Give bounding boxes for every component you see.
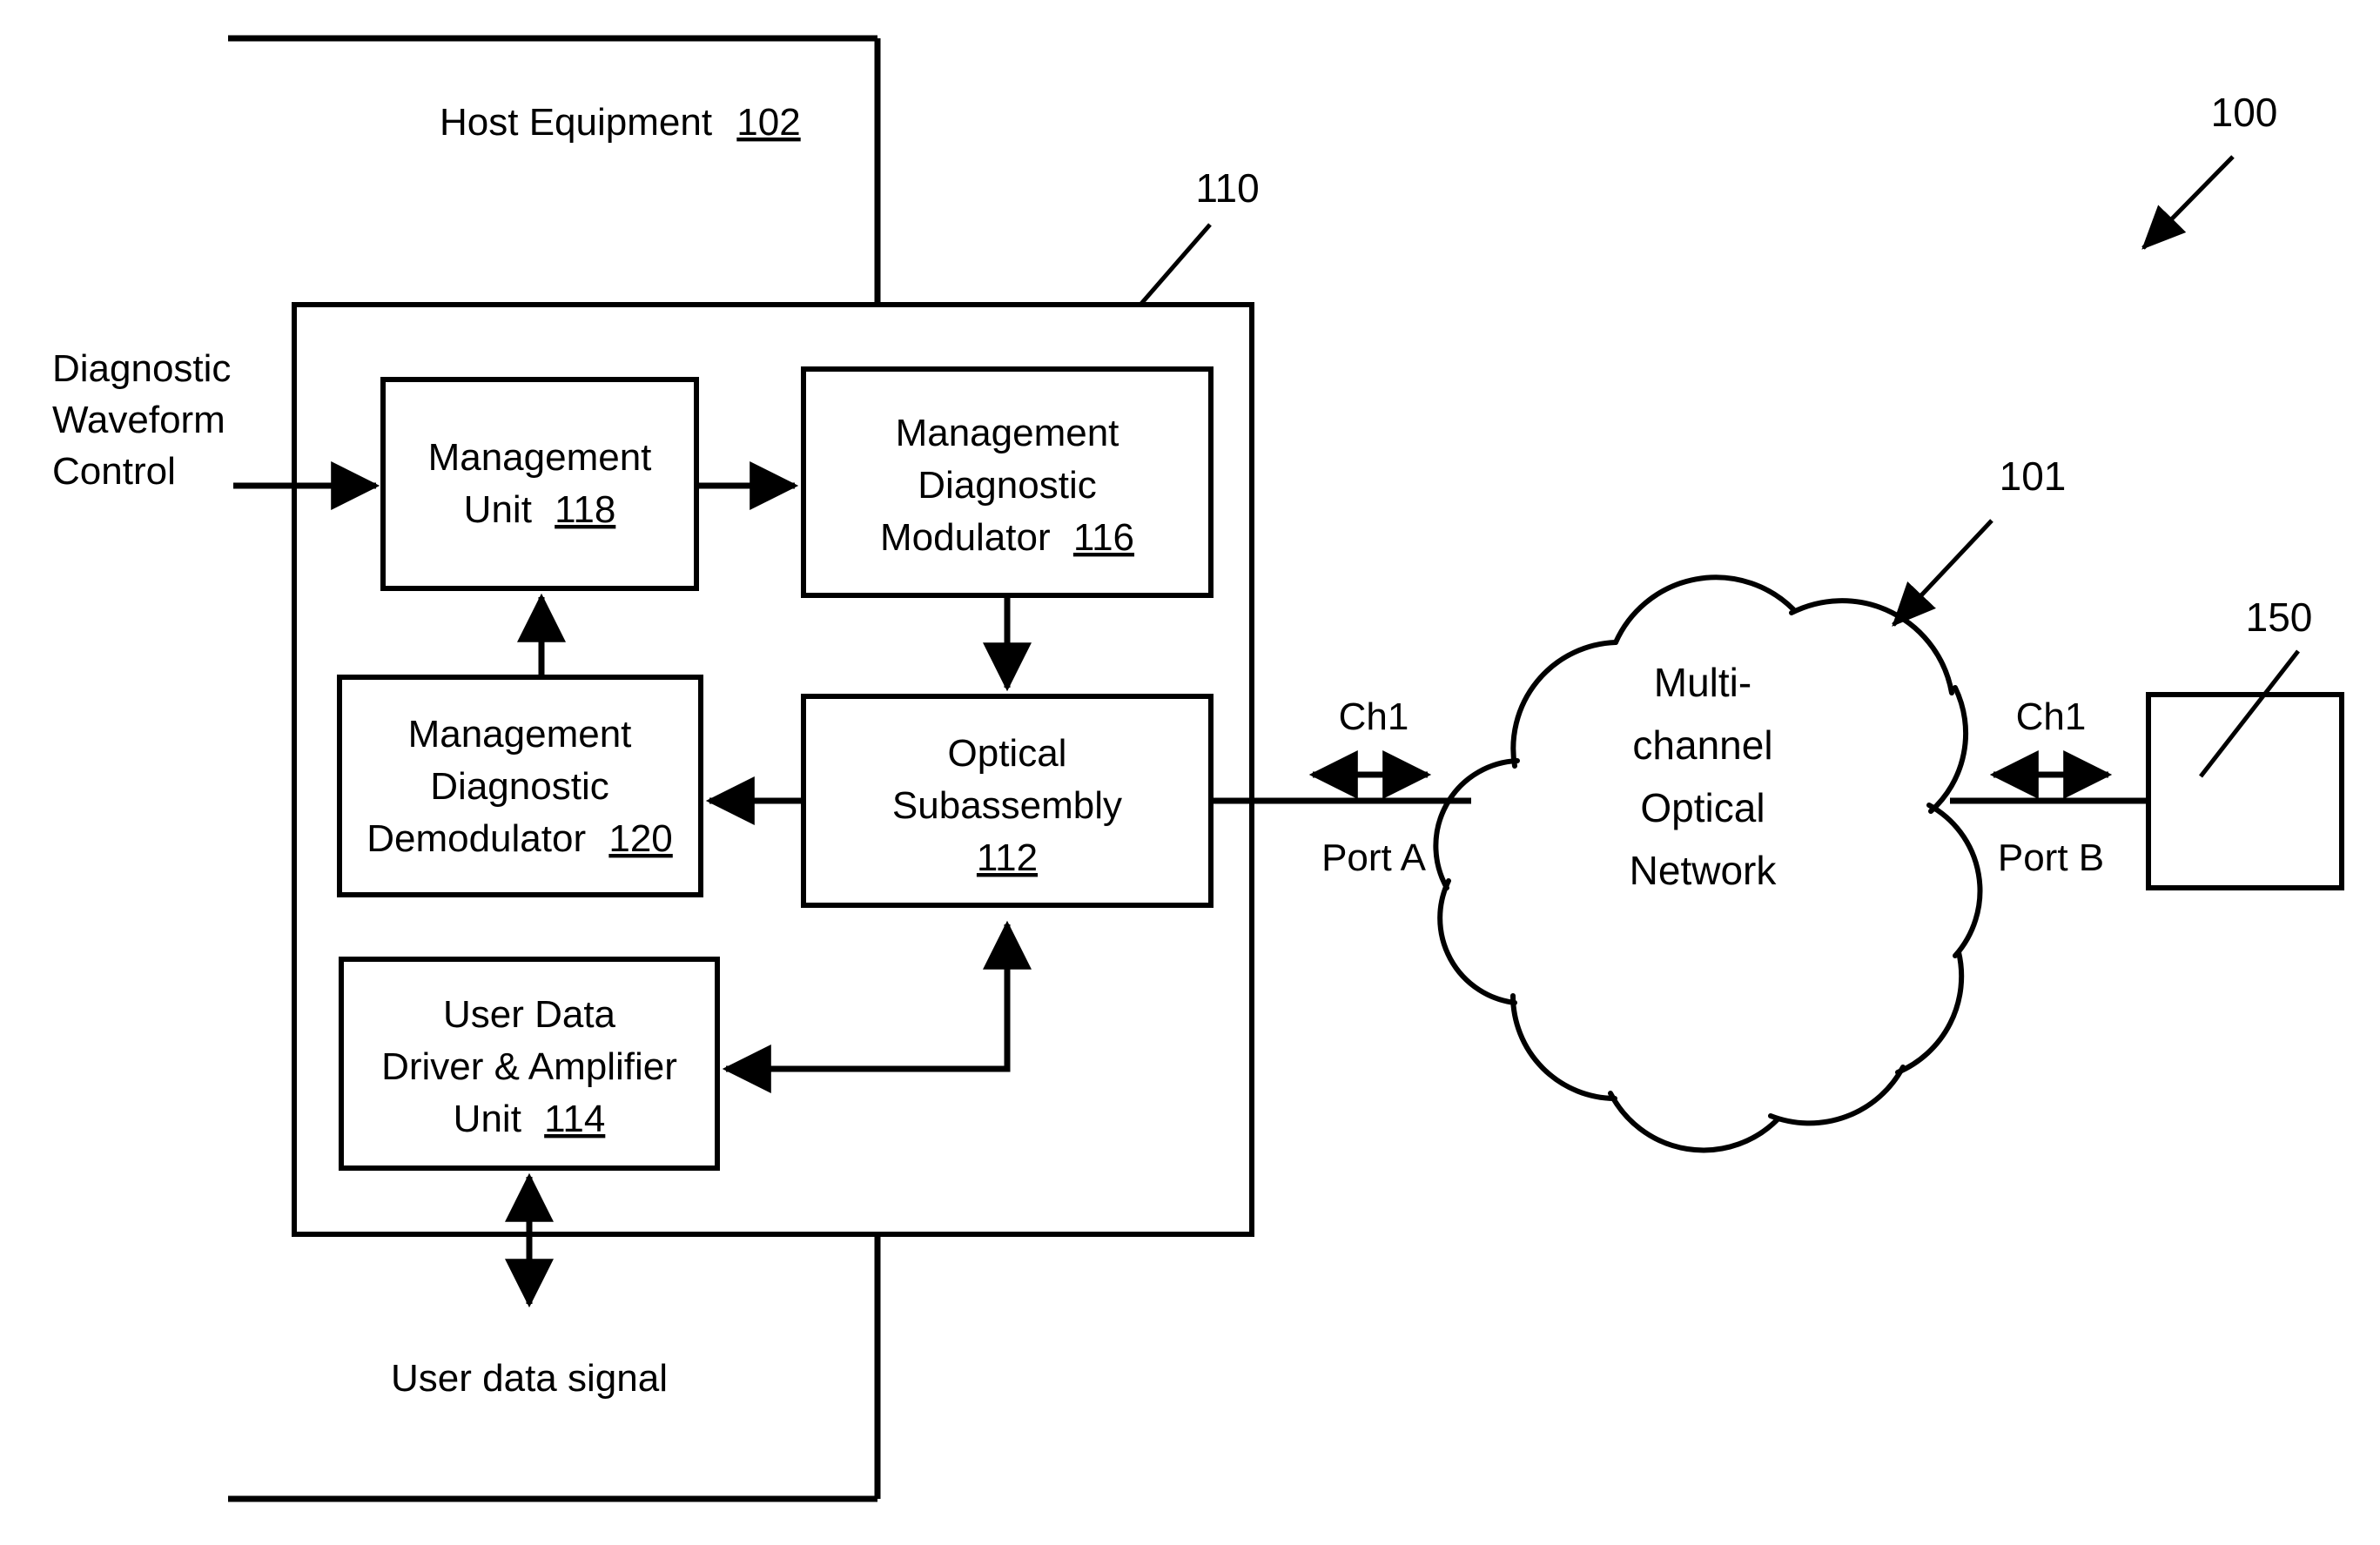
far-end-device-box <box>2146 692 2344 890</box>
user-data-unit-line1: User Data <box>443 993 616 1036</box>
block-user-data-driver-amplifier-unit: User Data Driver & Amplifier Unit 114 <box>339 957 720 1171</box>
host-equipment-label: Host Equipment 102 <box>440 101 801 144</box>
cloud-line3: Optical <box>1640 785 1765 830</box>
cloud-arc-upper-left <box>1510 640 1618 769</box>
cloud-arc-bottom-left <box>1608 1091 1780 1153</box>
diagnostic-waveform-control-line2: Waveform <box>52 399 225 441</box>
diagnostic-waveform-control-line3: Control <box>52 450 176 493</box>
cloud-line1: Multi- <box>1654 660 1751 705</box>
cloud-arc-top-left <box>1613 574 1796 645</box>
transceiver-reference-label: 110 <box>1195 165 1259 211</box>
management-diagnostic-demodulator-line3: Demodulator 120 <box>366 817 673 860</box>
management-diagnostic-modulator-line1: Management <box>896 412 1119 454</box>
port-b-label: Port B <box>1998 836 2104 879</box>
block-management-diagnostic-demodulator: Management Diagnostic Demodulator 120 <box>337 675 703 897</box>
transceiver-leader-line <box>1139 223 1212 306</box>
diagram-canvas: Host Equipment 102 100 110 Diagnostic Wa… <box>52 35 2344 1502</box>
patent-figure: Host Equipment 102 100 110 Diagnostic Wa… <box>0 0 2380 1545</box>
cloud-arc-top-right <box>1789 598 1954 695</box>
cloud-arc-lower-left <box>1510 993 1617 1101</box>
cloud-arc-bottom-right <box>1768 1065 1906 1126</box>
optical-subassembly-line2: Subassembly <box>892 784 1122 827</box>
management-unit-line1: Management <box>428 436 652 479</box>
management-unit-line2: Unit 118 <box>464 488 616 531</box>
block-optical-subassembly: Optical Subassembly 112 <box>801 694 1214 908</box>
cloud-arc-right-upper <box>1928 685 1969 814</box>
cloud-arc-left-upper <box>1433 758 1520 890</box>
optical-subassembly-num: 112 <box>977 836 1038 879</box>
figure-reference-arrow <box>2141 155 2235 250</box>
port-a-group: Ch1 Port A <box>1308 695 1432 879</box>
network-reference-101: 101 <box>1892 453 2067 627</box>
network-leader-arrow <box>1892 519 1993 627</box>
network-reference-label: 101 <box>2000 453 2067 499</box>
figure-reference-label: 100 <box>2211 90 2278 135</box>
user-data-unit-line2: Driver & Amplifier <box>381 1045 677 1088</box>
user-data-unit-line3: Unit 114 <box>454 1098 606 1140</box>
management-diagnostic-demodulator-line2: Diagnostic <box>430 765 608 808</box>
port-a-label: Port A <box>1321 836 1426 879</box>
cloud-line2: channel <box>1632 722 1772 768</box>
management-diagnostic-modulator-line2: Diagnostic <box>918 464 1096 507</box>
user-data-signal-label: User data signal <box>391 1357 668 1400</box>
diagnostic-waveform-control-line1: Diagnostic <box>52 347 231 390</box>
port-b-group: Ch1 Port B <box>1950 695 2148 879</box>
cloud-arc-right-lower <box>1895 950 1965 1075</box>
cloud-arc-right-mid <box>1926 803 1983 958</box>
far-end-reference-label: 150 <box>2246 594 2313 640</box>
management-unit-box <box>380 377 699 591</box>
cloud-line4: Network <box>1630 848 1778 893</box>
management-diagnostic-modulator-line3: Modulator 116 <box>880 516 1134 559</box>
optical-network-cloud: Multi- channel Optical Network <box>1433 574 1983 1153</box>
figure-reference-100: 100 <box>2141 90 2278 250</box>
transceiver-reference-110: 110 <box>1139 165 1260 306</box>
port-b-channel-label: Ch1 <box>2016 695 2087 738</box>
block-management-diagnostic-modulator: Management Diagnostic Modulator 116 <box>801 366 1214 598</box>
far-end-device-group: 150 <box>2146 594 2344 890</box>
optical-subassembly-line1: Optical <box>948 732 1067 775</box>
port-a-channel-label: Ch1 <box>1339 695 1409 738</box>
management-diagnostic-demodulator-line1: Management <box>408 713 632 756</box>
cloud-arc-left-lower <box>1437 878 1517 1005</box>
block-management-unit: Management Unit 118 <box>380 377 699 591</box>
